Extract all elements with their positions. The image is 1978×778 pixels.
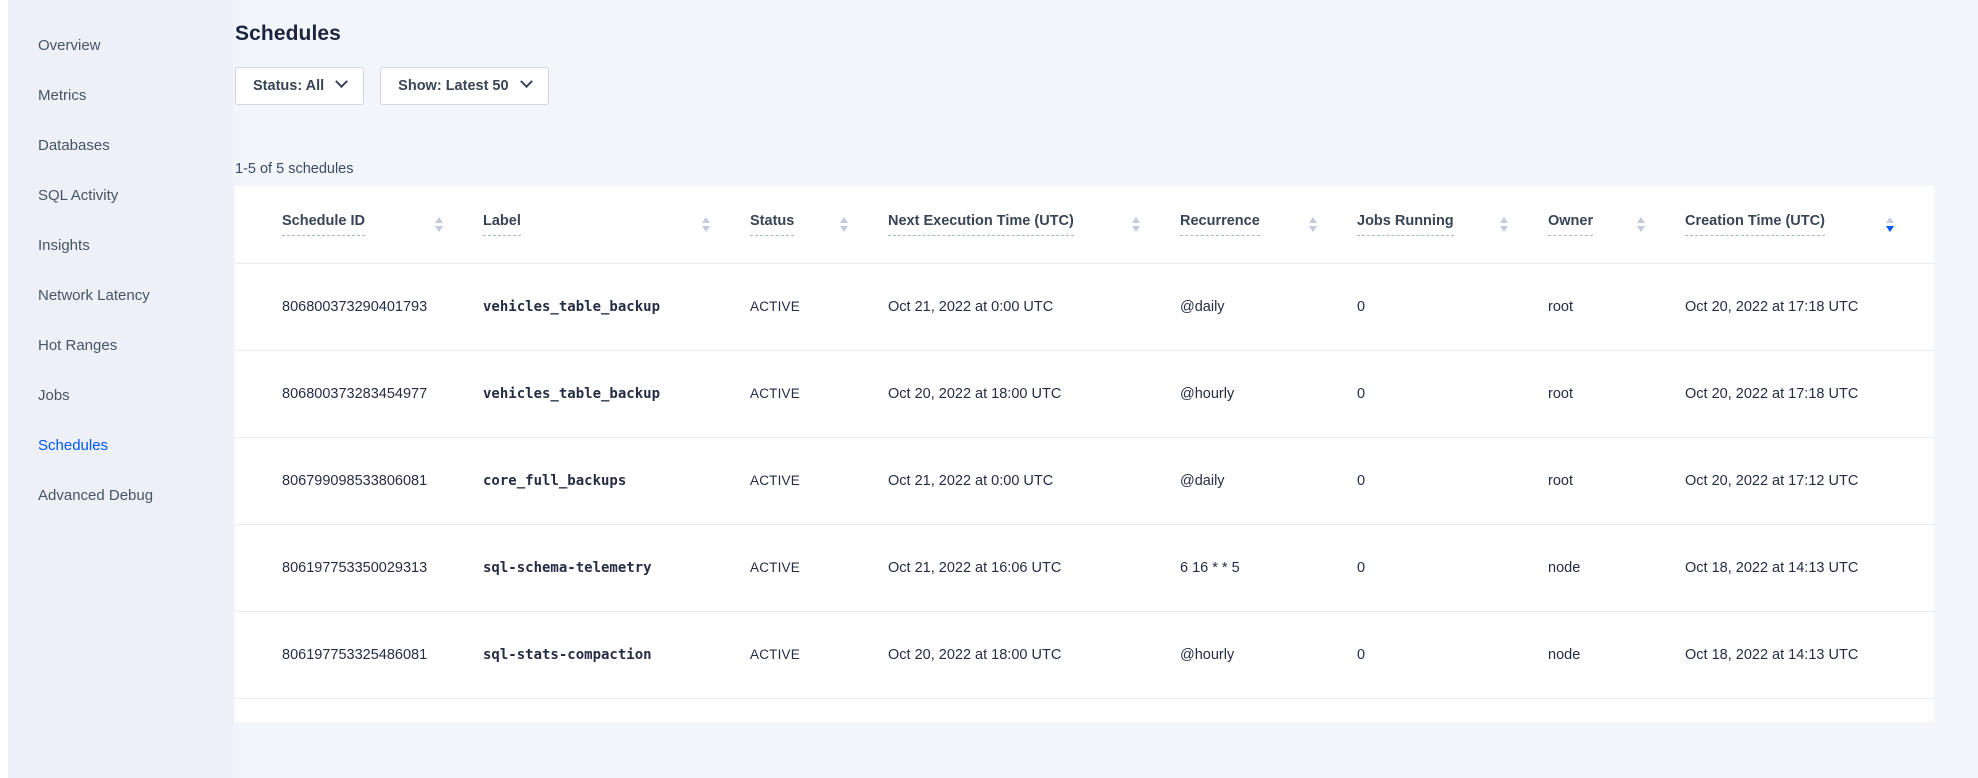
label-cell: vehicles_table_backup [483, 263, 750, 350]
sidebar-item-advanced-debug[interactable]: Advanced Debug [38, 486, 233, 506]
sidebar-item-schedules[interactable]: Schedules [38, 436, 233, 456]
schedule-id-cell: 806197753325486081 [235, 611, 483, 698]
recurrence-cell: @hourly [1180, 611, 1357, 698]
label-cell: sql-stats-compaction [483, 611, 750, 698]
table-header-row: Schedule ID Label Status [235, 186, 1934, 263]
jobs-running-cell: 0 [1357, 263, 1548, 350]
sort-icon[interactable] [702, 217, 710, 232]
table-row: 806197753325486081 sql-stats-compaction … [235, 611, 1934, 698]
next-execution-cell: Oct 21, 2022 at 16:06 UTC [888, 524, 1180, 611]
show-filter-label: Show: Latest 50 [398, 78, 508, 94]
schedules-table: Schedule ID Label Status [235, 186, 1934, 699]
filters-bar: Status: All Show: Latest 50 [235, 67, 1934, 105]
sort-icon[interactable] [1500, 217, 1508, 232]
column-header-schedule-id[interactable]: Schedule ID [235, 186, 483, 263]
next-execution-cell: Oct 21, 2022 at 0:00 UTC [888, 437, 1180, 524]
recurrence-cell: @daily [1180, 437, 1357, 524]
main-content: Schedules Status: All Show: Latest 50 1-… [233, 0, 1978, 778]
owner-cell: root [1548, 263, 1685, 350]
creation-time-cell: Oct 18, 2022 at 14:13 UTC [1685, 524, 1934, 611]
next-execution-cell: Oct 20, 2022 at 18:00 UTC [888, 350, 1180, 437]
column-header-jobs-running[interactable]: Jobs Running [1357, 186, 1548, 263]
column-header-label[interactable]: Label [483, 186, 750, 263]
status-filter-dropdown[interactable]: Status: All [235, 67, 364, 105]
schedule-id-cell: 806800373283454977 [235, 350, 483, 437]
schedule-id-cell: 806799098533806081 [235, 437, 483, 524]
recurrence-cell: @daily [1180, 263, 1357, 350]
owner-cell: root [1548, 350, 1685, 437]
chevron-down-icon [520, 75, 533, 88]
sidebar-item-jobs[interactable]: Jobs [38, 386, 233, 406]
label-cell: core_full_backups [483, 437, 750, 524]
results-count: 1-5 of 5 schedules [235, 161, 1934, 177]
page-title: Schedules [235, 22, 1934, 46]
jobs-running-cell: 0 [1357, 524, 1548, 611]
recurrence-cell: @hourly [1180, 350, 1357, 437]
chevron-down-icon [335, 75, 348, 88]
sidebar-item-overview[interactable]: Overview [38, 36, 233, 56]
sidebar-item-insights[interactable]: Insights [38, 236, 233, 256]
status-cell: ACTIVE [750, 524, 888, 611]
column-header-next-execution-time[interactable]: Next Execution Time (UTC) [888, 186, 1180, 263]
show-filter-dropdown[interactable]: Show: Latest 50 [380, 67, 548, 105]
jobs-running-cell: 0 [1357, 611, 1548, 698]
label-cell: vehicles_table_backup [483, 350, 750, 437]
sort-icon[interactable] [1309, 217, 1317, 232]
sort-icon[interactable] [1637, 217, 1645, 232]
status-cell: ACTIVE [750, 611, 888, 698]
creation-time-cell: Oct 20, 2022 at 17:18 UTC [1685, 350, 1934, 437]
schedule-id-cell: 806197753350029313 [235, 524, 483, 611]
status-cell: ACTIVE [750, 437, 888, 524]
column-header-creation-time[interactable]: Creation Time (UTC) [1685, 186, 1934, 263]
sidebar-item-sql-activity[interactable]: SQL Activity [38, 186, 233, 206]
column-header-owner[interactable]: Owner [1548, 186, 1685, 263]
table-row: 806800373290401793 vehicles_table_backup… [235, 263, 1934, 350]
status-cell: ACTIVE [750, 263, 888, 350]
column-header-status[interactable]: Status [750, 186, 888, 263]
table-row: 806800373283454977 vehicles_table_backup… [235, 350, 1934, 437]
sidebar: Overview Metrics Databases SQL Activity … [8, 0, 233, 778]
owner-cell: node [1548, 611, 1685, 698]
table-row: 806197753350029313 sql-schema-telemetry … [235, 524, 1934, 611]
label-cell: sql-schema-telemetry [483, 524, 750, 611]
sidebar-item-databases[interactable]: Databases [38, 136, 233, 156]
sidebar-item-network-latency[interactable]: Network Latency [38, 286, 233, 306]
sort-icon[interactable] [1132, 217, 1140, 232]
next-execution-cell: Oct 21, 2022 at 0:00 UTC [888, 263, 1180, 350]
sidebar-item-metrics[interactable]: Metrics [38, 86, 233, 106]
status-filter-label: Status: All [253, 78, 324, 94]
creation-time-cell: Oct 20, 2022 at 17:12 UTC [1685, 437, 1934, 524]
sort-desc-icon[interactable] [1886, 217, 1894, 232]
sidebar-item-hot-ranges[interactable]: Hot Ranges [38, 336, 233, 356]
sort-icon[interactable] [435, 217, 443, 232]
creation-time-cell: Oct 20, 2022 at 17:18 UTC [1685, 263, 1934, 350]
column-header-recurrence[interactable]: Recurrence [1180, 186, 1357, 263]
table-row: 806799098533806081 core_full_backups ACT… [235, 437, 1934, 524]
status-cell: ACTIVE [750, 350, 888, 437]
jobs-running-cell: 0 [1357, 350, 1548, 437]
schedule-id-cell: 806800373290401793 [235, 263, 483, 350]
recurrence-cell: 6 16 * * 5 [1180, 524, 1357, 611]
jobs-running-cell: 0 [1357, 437, 1548, 524]
owner-cell: root [1548, 437, 1685, 524]
left-gutter [0, 0, 8, 778]
creation-time-cell: Oct 18, 2022 at 14:13 UTC [1685, 611, 1934, 698]
schedules-table-card: Schedule ID Label Status [235, 186, 1934, 722]
next-execution-cell: Oct 20, 2022 at 18:00 UTC [888, 611, 1180, 698]
sort-icon[interactable] [840, 217, 848, 232]
owner-cell: node [1548, 524, 1685, 611]
